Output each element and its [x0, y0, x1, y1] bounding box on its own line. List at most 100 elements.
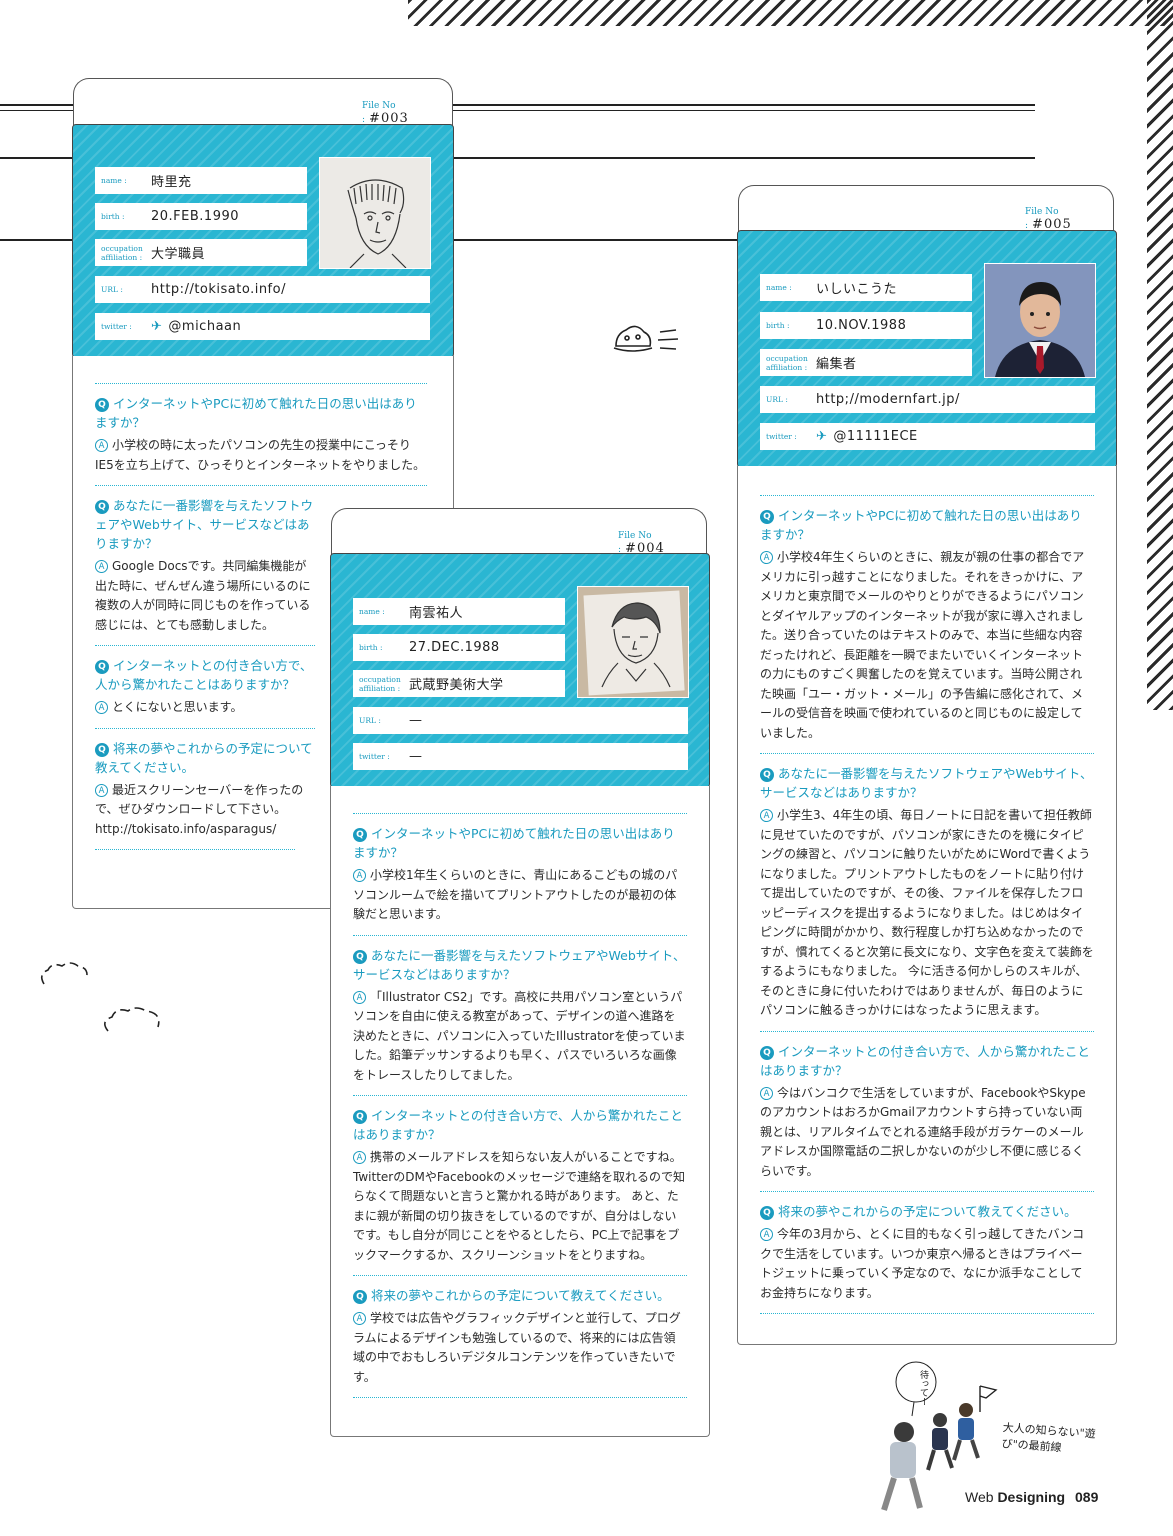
- portrait-drawing: [577, 586, 689, 698]
- answer: A 今年の3月から、とくに目的もなく引っ越してきたバンコクで生活をしています。いつ…: [760, 1227, 1085, 1300]
- answer: A 今はバンコクで生活をしていますが、FacebookやSkypeのアカウントはお…: [760, 1085, 1086, 1178]
- dotted-divider: [95, 645, 315, 646]
- name-field: name : いしいこうた: [760, 274, 972, 301]
- occupation-label: occupation affiliation :: [359, 674, 401, 693]
- twitter-field: twitter : —: [353, 743, 688, 770]
- occupation-field: occupation affiliation : 武蔵野美術大学: [353, 670, 565, 697]
- ufo-doodle-icon: [613, 325, 679, 352]
- brand-designing: Designing: [997, 1489, 1066, 1505]
- answer: A 小学校4年生くらいのときに、親友が親の仕事の都合でアメリカに引っ越すことになり…: [760, 550, 1085, 740]
- url-label: URL :: [766, 395, 788, 404]
- url-field: URL : —: [353, 707, 688, 734]
- question-icon: Q: [353, 1290, 367, 1304]
- name-label: name :: [101, 176, 127, 185]
- dotted-divider: [353, 1275, 687, 1276]
- speech-bubble-text: 待ってー: [918, 1370, 928, 1406]
- dotted-divider: [760, 1030, 1094, 1032]
- question: Q インターネットとの付き合い方で、人から驚かれたことはありますか？: [353, 1108, 683, 1142]
- answer: A 携帯のメールアドレスを知らない友人がいることですね。TwitterのDMやFa…: [353, 1150, 685, 1262]
- occupation-label: occupation affiliation :: [766, 353, 808, 372]
- url-value[interactable]: http://tokisato.info/: [151, 276, 286, 303]
- question-icon: Q: [353, 1110, 367, 1124]
- answer: A 「Illustrator CS2」です。高校に共用パソコン室というパソコンを自…: [353, 989, 686, 1082]
- qa-list: Q インターネットやPCに初めて触れた日の思い出はありますか？ A 小学校1年生くら…: [353, 813, 687, 1398]
- name-field: name : 時里充: [95, 167, 307, 194]
- question-icon: Q: [760, 510, 774, 524]
- question: Q インターネットやPCに初めて触れた日の思い出はありますか？: [760, 508, 1082, 542]
- question-icon: Q: [95, 742, 109, 757]
- cloud-doodle-icon: [104, 1007, 160, 1032]
- hatch-decoration-top: [408, 0, 1173, 26]
- name-label: name :: [359, 607, 385, 616]
- occupation-field: occupation affiliation : 大学職員: [95, 239, 307, 266]
- qa-panel: Q インターネットやPCに初めて触れた日の思い出はありますか？ A 小学校1年生くら…: [330, 786, 710, 1437]
- dotted-divider: [760, 1191, 1094, 1192]
- profile-panel: name : 南雲祐人 birth : 27.DEC.1988 occupati…: [330, 553, 710, 788]
- dotted-divider: [353, 934, 687, 936]
- answer-icon: A: [95, 439, 108, 452]
- birth-label: birth :: [359, 643, 383, 652]
- twitter-field: twitter : ✈ @michaan: [95, 313, 430, 340]
- dotted-divider: [353, 1095, 687, 1096]
- answer-icon: A: [353, 990, 366, 1004]
- twitter-bird-icon: ✈: [151, 319, 163, 334]
- birth-value: 20.FEB.1990: [151, 209, 240, 224]
- answer-icon: A: [95, 783, 108, 797]
- name-value: いしいこうた: [816, 282, 898, 297]
- name-value: 時里充: [151, 175, 192, 190]
- occupation-value: 編集者: [816, 357, 857, 372]
- url-label: URL :: [359, 716, 381, 725]
- birth-field: birth : 20.FEB.1990: [95, 203, 307, 230]
- twitter-value[interactable]: ✈ @11111ECE: [816, 423, 918, 450]
- occupation-label: occupation affiliation :: [101, 243, 143, 262]
- answer: A 小学校1年生くらいのときに、青山にあるこどもの城のパソコンルームで絵を描いてプ…: [353, 868, 678, 921]
- answer: A 小学生3、4年生の頃、毎日ノートに日記を書いて担任教師に見せていたのですが、パ…: [760, 808, 1094, 1017]
- answer-icon: A: [760, 809, 773, 822]
- twitter-label: twitter :: [766, 432, 797, 441]
- dotted-divider: [353, 1397, 687, 1398]
- name-value: 南雲祐人: [409, 606, 464, 621]
- profile-panel: name : いしいこうた birth : 10.NOV.1988 occupa…: [737, 230, 1117, 468]
- dotted-divider: [95, 383, 427, 384]
- question: Q 将来の夢やこれからの予定について教えてください。: [353, 1286, 687, 1305]
- question-icon: Q: [95, 500, 109, 514]
- question-icon: Q: [95, 660, 109, 674]
- occupation-value: 武蔵野美術大学: [409, 678, 504, 693]
- occupation-field: occupation affiliation : 編集者: [760, 349, 972, 376]
- answer: A 最近スクリーンセーバーを作ったので、ぜひダウンロードして下さい。 http:/…: [95, 782, 304, 836]
- question-icon: Q: [353, 828, 367, 842]
- answer: A とくにないと思います。: [95, 698, 315, 718]
- answer-icon: A: [95, 560, 108, 573]
- cloud-doodle-icon: [40, 962, 88, 985]
- birth-value: 10.NOV.1988: [816, 318, 907, 333]
- url-value: —: [409, 713, 423, 728]
- dotted-divider: [760, 753, 1094, 754]
- question: Q あなたに一番影響を与えたソフトウェアやWebサイト、サービスなどはありますか？: [353, 947, 686, 982]
- answer: A 学校では広告やグラフィックデザインと並行して、プログラムによるデザインも勉強し…: [353, 1311, 681, 1384]
- birth-field: birth : 27.DEC.1988: [353, 634, 565, 661]
- question-icon: Q: [95, 398, 109, 412]
- question: Q インターネットとの付き合い方で、人から驚かれたことはありますか？: [95, 658, 313, 692]
- twitter-value[interactable]: ✈ @michaan: [151, 313, 241, 340]
- page-number: 089: [1075, 1489, 1099, 1505]
- twitter-label: twitter :: [101, 322, 132, 331]
- dotted-divider: [760, 1313, 1094, 1314]
- question: Q あなたに一番影響を与えたソフトウェアやWebサイト、サービスなどはありますか？: [760, 766, 1093, 800]
- qa-panel: Q インターネットやPCに初めて触れた日の思い出はありますか？ A 小学校4年生くら…: [737, 466, 1117, 1345]
- question: Q 将来の夢やこれからの予定について教えてください。: [95, 740, 313, 775]
- file-number: File No : #005: [1025, 207, 1072, 235]
- answer-icon: A: [760, 1228, 773, 1241]
- question: Q インターネットやPCに初めて触れた日の思い出はありますか？: [95, 396, 417, 430]
- question: Q あなたに一番影響を与えたソフトウェアやWebサイト、サービスなどはありますか？: [95, 498, 314, 551]
- url-value[interactable]: http;//modernfart.jp/: [816, 386, 960, 413]
- dotted-divider: [95, 485, 427, 486]
- question-icon: Q: [760, 1206, 774, 1220]
- birth-label: birth :: [766, 321, 790, 330]
- question-icon: Q: [353, 949, 367, 964]
- question: Q インターネットとの付き合い方で、人から驚かれたことはありますか？: [760, 1043, 1090, 1078]
- name-label: name :: [766, 283, 792, 292]
- url-field: URL : http;//modernfart.jp/: [760, 386, 1095, 413]
- twitter-value: —: [409, 749, 423, 764]
- question-icon: Q: [760, 1045, 774, 1060]
- portrait-photo: [984, 263, 1096, 378]
